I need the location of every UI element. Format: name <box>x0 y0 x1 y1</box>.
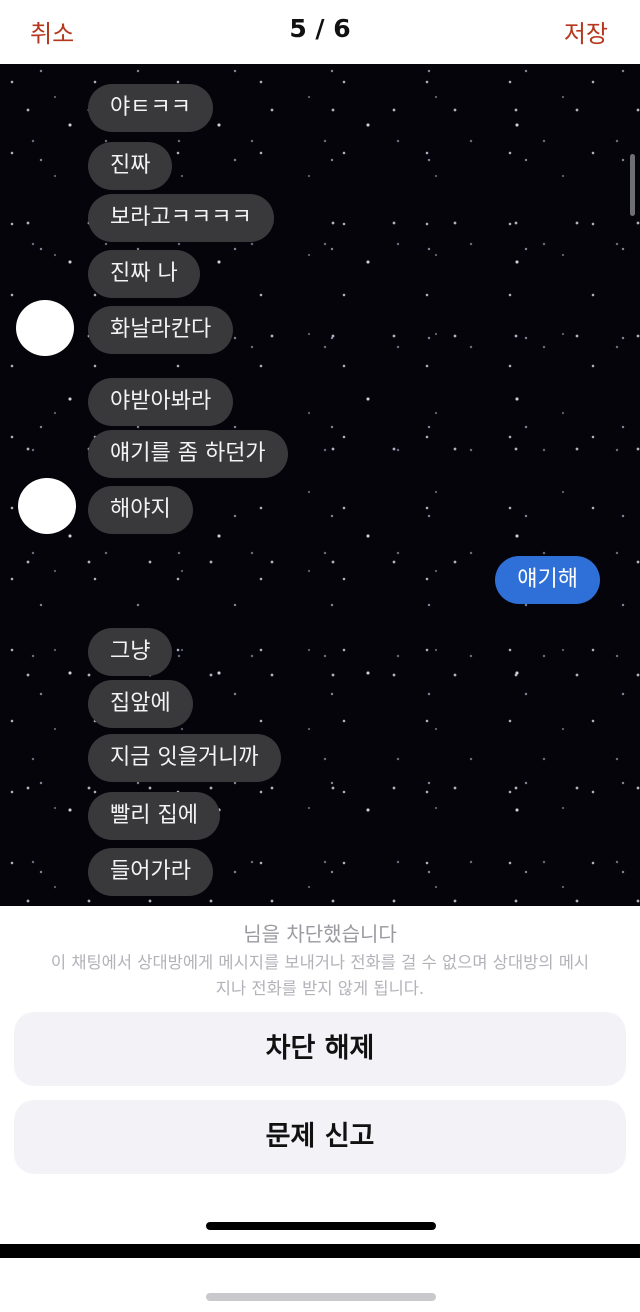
message-bubble: 진짜 <box>88 142 173 190</box>
bottom-area <box>0 1258 640 1312</box>
scroll-indicator[interactable] <box>630 154 635 216</box>
unblock-button[interactable]: 차단 해제 <box>14 1012 626 1086</box>
message-bubble: 들어가라 <box>88 848 213 896</box>
message-bubble: 집앞에 <box>88 680 193 728</box>
avatar <box>16 300 74 356</box>
message-bubble: 지금 잇을거니까 <box>88 734 281 782</box>
message-bubble: 진짜 나 <box>88 250 200 298</box>
sheet-description: 이 채팅에서 상대방에게 메시지를 보내거나 전화를 걸 수 없으며 상대방의 … <box>50 953 590 998</box>
avatar <box>18 478 76 534</box>
top-bar: 취소 5 / 6 저장 <box>0 0 640 64</box>
block-action-sheet: 님을 차단했습니다 이 채팅에서 상대방에게 메시지를 보내거나 전화를 걸 수… <box>0 906 640 1244</box>
message-bubble: 빨리 집에 <box>88 792 220 840</box>
message-bubble: 그냥 <box>88 628 173 676</box>
message-bubble: 화날라칸다 <box>88 306 234 354</box>
message-bubble: 보라고ㅋㅋㅋㅋ <box>88 194 274 242</box>
sheet-title: 님을 차단했습니다 <box>243 922 397 946</box>
message-bubble: 해야지 <box>88 486 193 534</box>
my-message-bubble: 얘기해 <box>495 556 600 604</box>
report-button[interactable]: 문제 신고 <box>14 1100 626 1174</box>
save-button[interactable]: 저장 <box>564 14 608 49</box>
message-bubble: 야ㅌㅋㅋ <box>88 84 213 132</box>
divider <box>0 1244 640 1258</box>
page-counter: 5 / 6 <box>289 14 351 43</box>
message-bubble: 얘기를 좀 하던가 <box>88 430 288 478</box>
chat-photo: 야ㅌㅋㅋ 진짜 보라고ㅋㅋㅋㅋ 진짜 나 화날라칸다 야받아봐라 얘기를 좀 하… <box>0 64 640 906</box>
home-indicator[interactable] <box>206 1222 436 1230</box>
home-indicator[interactable] <box>206 1293 436 1301</box>
message-bubble: 야받아봐라 <box>88 378 234 426</box>
